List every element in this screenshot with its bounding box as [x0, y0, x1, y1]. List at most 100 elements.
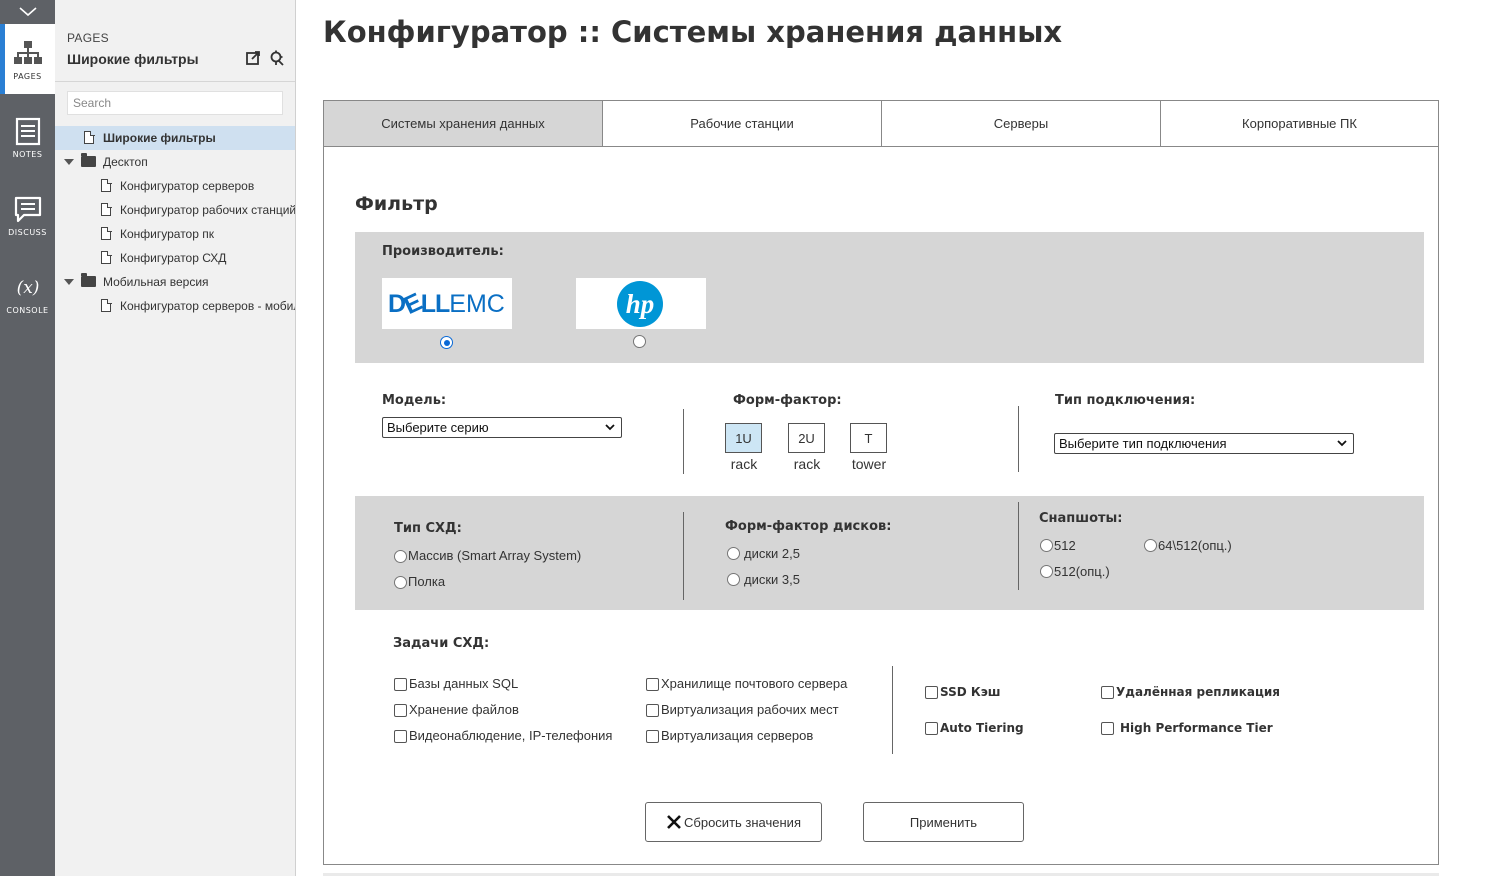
panel-title: Широкие фильтры: [67, 51, 199, 67]
icon-rail: PAGES NOTES DISCUSS (x) CONSOLE: [0, 0, 55, 876]
snapshots-label: Снапшоты:: [1039, 511, 1123, 526]
task-checkbox-sql[interactable]: [394, 678, 407, 691]
storage-type-label: Тип СХД:: [394, 521, 462, 536]
storage-type-shelf-label: Полка: [408, 574, 446, 589]
collapse-toggle[interactable]: [0, 0, 55, 24]
storage-type-radio-array[interactable]: [394, 550, 407, 563]
rail-item-discuss[interactable]: DISCUSS: [0, 180, 55, 250]
snapshot-radio-512-opt[interactable]: [1040, 565, 1053, 578]
tree-item-folder[interactable]: Десктоп: [55, 150, 295, 174]
task-checkbox-server-virt[interactable]: [646, 730, 659, 743]
console-icon: (x): [17, 278, 40, 298]
tab-corporate-pc[interactable]: Корпоративные ПК: [1161, 101, 1438, 147]
feature-checkbox-remote-replication[interactable]: [1101, 686, 1114, 699]
disk-35-label: диски 3,5: [744, 572, 800, 587]
reset-button[interactable]: Сбросить значения: [645, 802, 822, 842]
chevron-down-icon: [605, 424, 615, 431]
task-checkbox-vdi[interactable]: [646, 704, 659, 717]
hp-logo[interactable]: hp: [576, 278, 706, 329]
apply-button[interactable]: Применить: [863, 802, 1024, 842]
snapshot-512-label: 512: [1054, 538, 1076, 553]
feature-checkbox-auto-tiering[interactable]: [925, 722, 938, 735]
form-factor-2u[interactable]: 2U: [788, 423, 825, 453]
manufacturer-label: Производитель:: [382, 244, 504, 259]
disk-radio-25[interactable]: [727, 547, 740, 560]
snapshot-64-512-label: 64\512(опц.): [1158, 538, 1232, 553]
tree-item-label: Мобильная версия: [103, 275, 209, 289]
pages-panel: PAGES Широкие фильтры Широкие фильтры Де…: [55, 0, 296, 876]
rail-item-notes[interactable]: NOTES: [0, 102, 55, 172]
tab-servers[interactable]: Серверы: [882, 101, 1161, 147]
close-icon: [667, 815, 681, 829]
disk-25-label: диски 2,5: [744, 546, 800, 561]
caret-down-icon[interactable]: [64, 279, 74, 285]
configurator-frame: Системы хранения данных Рабочие станции …: [323, 100, 1439, 865]
tree-item-page[interactable]: Конфигуратор СХД: [55, 246, 295, 270]
tab-workstations[interactable]: Рабочие станции: [603, 101, 882, 147]
tree-item-page[interactable]: Конфигуратор пк: [55, 222, 295, 246]
task-mail-label: Хранилище почтового сервера: [661, 676, 848, 691]
connection-select[interactable]: Выберите тип подключения: [1054, 433, 1354, 454]
form-factor-tower-sub: tower: [851, 456, 887, 472]
feature-checkbox-ssd-cache[interactable]: [925, 686, 938, 699]
feature-high-perf-tier-label: High Performance Tier: [1120, 721, 1273, 735]
tree-item-label: Конфигуратор СХД: [120, 251, 227, 265]
page-icon: [101, 298, 112, 312]
hp-logo-text: hp: [626, 289, 655, 319]
rail-label: DISCUSS: [8, 228, 47, 237]
rail-label: PAGES: [13, 72, 42, 81]
tasks-label: Задачи СХД:: [393, 636, 490, 651]
panel-kicker: PAGES: [67, 31, 109, 45]
task-checkbox-mail[interactable]: [646, 678, 659, 691]
manufacturer-radio-dell[interactable]: [440, 336, 453, 349]
page-icon: [101, 178, 112, 192]
tree-item-label: Широкие фильтры: [103, 131, 216, 145]
disk-form-factor-label: Форм-фактор дисков:: [725, 519, 892, 534]
locate-page-icon[interactable]: [269, 50, 285, 66]
folder-icon: [81, 153, 96, 167]
snapshot-radio-64-512[interactable]: [1144, 539, 1157, 552]
form-factor-label: Форм-фактор:: [733, 393, 842, 408]
dell-emc-logo[interactable]: DELLEMC: [382, 278, 512, 329]
tree-item-page[interactable]: Конфигуратор серверов - мобильная версия: [55, 294, 295, 318]
tree-item-page[interactable]: Широкие фильтры: [55, 126, 295, 150]
page-icon: [101, 202, 112, 216]
feature-checkbox-high-perf-tier[interactable]: [1101, 722, 1114, 735]
task-video-label: Видеонаблюдение, IP-телефония: [409, 728, 613, 743]
tree-item-label: Конфигуратор серверов: [120, 179, 255, 193]
tree-item-folder[interactable]: Мобильная версия: [55, 270, 295, 294]
notes-icon: [15, 117, 41, 146]
tree-item-label: Десктоп: [103, 155, 148, 169]
form-factor-1u[interactable]: 1U: [725, 423, 762, 453]
disk-radio-35[interactable]: [727, 573, 740, 586]
rail-item-pages[interactable]: PAGES: [0, 24, 55, 94]
model-select[interactable]: Выберите серию: [382, 417, 622, 438]
tree-item-page[interactable]: Конфигуратор серверов: [55, 174, 295, 198]
snapshot-radio-512[interactable]: [1040, 539, 1053, 552]
page-title: Конфигуратор :: Системы хранения данных: [323, 15, 1063, 49]
task-checkbox-files[interactable]: [394, 704, 407, 717]
chevron-down-icon: [18, 7, 37, 17]
tree-item-label: Конфигуратор серверов - мобильная версия: [120, 299, 295, 313]
manufacturer-radio-hp[interactable]: [633, 335, 646, 348]
form-factor-tower[interactable]: T: [850, 423, 887, 453]
folder-icon: [81, 273, 96, 287]
task-files-label: Хранение файлов: [409, 702, 519, 717]
page-icon: [101, 250, 112, 264]
rail-item-console[interactable]: (x) CONSOLE: [0, 258, 55, 328]
export-icon[interactable]: [245, 50, 261, 66]
storage-type-radio-shelf[interactable]: [394, 576, 407, 589]
hp-logo-mark: hp: [617, 281, 663, 327]
tree-item-page[interactable]: Конфигуратор рабочих станций: [55, 198, 295, 222]
discuss-icon: [14, 196, 42, 223]
svg-text:(x): (x): [17, 278, 40, 298]
caret-down-icon[interactable]: [64, 159, 74, 165]
storage-type-array-label: Массив (Smart Array System): [408, 548, 582, 563]
task-checkbox-video[interactable]: [394, 730, 407, 743]
feature-remote-replication-label: Удалённая репликация: [1116, 685, 1280, 699]
feature-auto-tiering-label: Auto Tiering: [940, 721, 1024, 735]
tab-storage[interactable]: Системы хранения данных: [324, 101, 603, 147]
search-input[interactable]: [67, 91, 283, 115]
rail-label: NOTES: [12, 150, 43, 159]
chevron-down-icon: [1337, 440, 1347, 447]
